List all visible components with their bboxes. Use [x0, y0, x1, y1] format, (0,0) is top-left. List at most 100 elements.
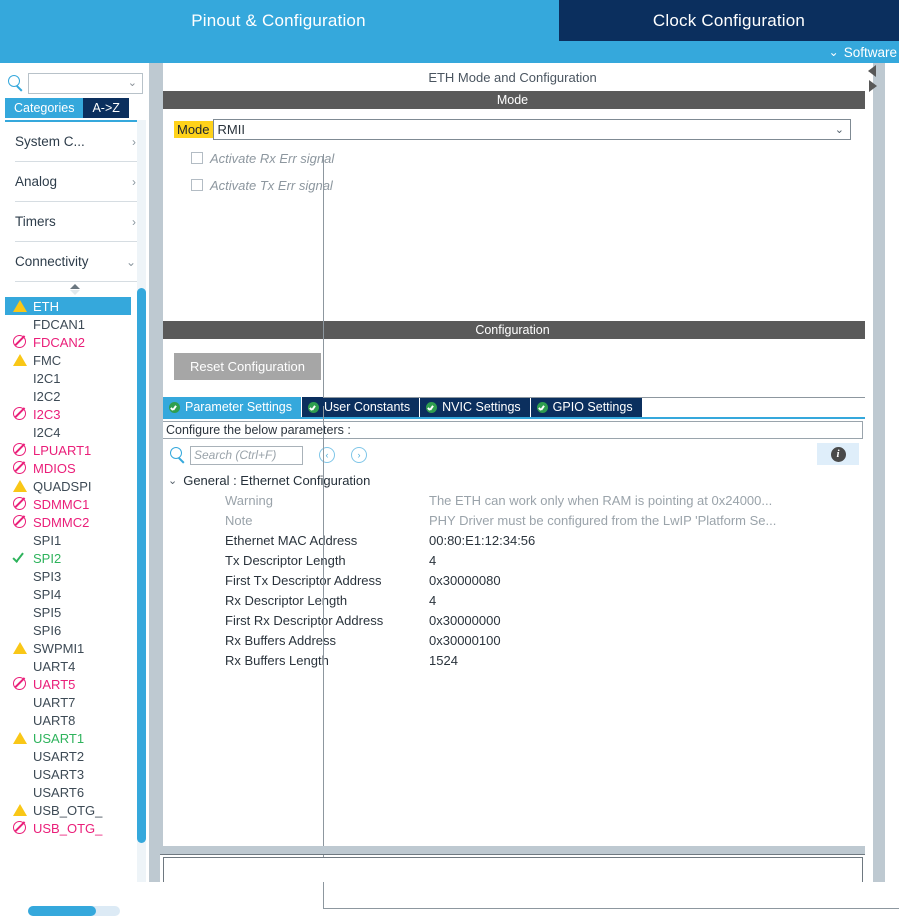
- sidebar-item-usb_otg[interactable]: USB_OTG_: [5, 801, 145, 819]
- parameter-row[interactable]: Warning The ETH can work only when RAM is…: [160, 490, 865, 510]
- activate-tx-err-row[interactable]: Activate Tx Err signal: [191, 176, 851, 194]
- activate-rx-err-label: Activate Rx Err signal: [210, 150, 335, 166]
- sidebar-item-eth[interactable]: ETH: [5, 297, 131, 315]
- main-right-splitter[interactable]: [873, 63, 885, 882]
- parameter-value[interactable]: 4: [429, 553, 865, 568]
- parameter-group-general[interactable]: ⌄ General : Ethernet Configuration: [160, 470, 865, 490]
- sidebar-item-lpuart1[interactable]: LPUART1: [5, 441, 145, 459]
- sidebar-item-swpmi1[interactable]: SWPMI1: [5, 639, 145, 657]
- sidebar-hscrollbar-thumb[interactable]: [28, 906, 96, 916]
- sidebar-item-usb_otg[interactable]: USB_OTG_: [5, 819, 145, 837]
- parameter-row[interactable]: First Tx Descriptor Address 0x30000080: [160, 570, 865, 590]
- sidebar-search-input[interactable]: ⌄: [28, 72, 143, 94]
- mode-select-value: RMII: [217, 122, 245, 137]
- reset-configuration-button[interactable]: Reset Configuration: [174, 353, 321, 380]
- sidebar-item-usart3[interactable]: USART3: [5, 765, 145, 783]
- parameter-value[interactable]: The ETH can work only when RAM is pointi…: [429, 493, 865, 508]
- parameter-value[interactable]: PHY Driver must be configured from the L…: [429, 513, 865, 528]
- parameter-value[interactable]: 4: [429, 593, 865, 608]
- list-scroll-up-indicator[interactable]: [5, 282, 145, 297]
- search-next-button[interactable]: ›: [351, 447, 367, 463]
- sidebar-item-spi5[interactable]: SPI5: [5, 603, 145, 621]
- activate-rx-err-checkbox[interactable]: [191, 152, 203, 164]
- tab-nvic-settings[interactable]: NVIC Settings: [420, 397, 530, 417]
- sidebar-item-label: UART5: [33, 676, 76, 692]
- sidebar-item-uart8[interactable]: UART8: [5, 711, 145, 729]
- software-packs-menu[interactable]: ⌄ Software: [0, 41, 899, 63]
- parameter-row[interactable]: Note PHY Driver must be configured from t…: [160, 510, 865, 530]
- parameter-value[interactable]: 0x30000100: [429, 633, 865, 648]
- activate-tx-err-checkbox[interactable]: [191, 179, 203, 191]
- sidebar-item-uart7[interactable]: UART7: [5, 693, 145, 711]
- sidebar-item-spi3[interactable]: SPI3: [5, 567, 145, 585]
- search-prev-button[interactable]: ‹: [319, 447, 335, 463]
- sidebar-tab-a-to-z[interactable]: A->Z: [83, 98, 129, 118]
- sidebar-group-connectivity[interactable]: Connectivity ⌄: [15, 242, 142, 282]
- sidebar-item-fdcan1[interactable]: FDCAN1: [5, 315, 145, 333]
- sidebar-item-label: ETH: [33, 298, 59, 314]
- sidebar-item-i2c2[interactable]: I2C2: [5, 387, 145, 405]
- parameter-row[interactable]: Rx Buffers Length 1524: [160, 650, 865, 670]
- sidebar-item-spi1[interactable]: SPI1: [5, 531, 145, 549]
- parameter-row[interactable]: Rx Buffers Address 0x30000100: [160, 630, 865, 650]
- warning-icon: [13, 300, 27, 312]
- sidebar-group-analog[interactable]: Analog ›: [15, 162, 142, 202]
- sidebar-item-i2c1[interactable]: I2C1: [5, 369, 145, 387]
- tab-gpio-settings[interactable]: GPIO Settings: [530, 397, 642, 417]
- mode-selector-row: Mode RMII ⌄: [174, 119, 851, 140]
- chevron-down-icon: ⌄: [168, 474, 178, 487]
- sidebar-group-timers[interactable]: Timers ›: [15, 202, 142, 242]
- tab-pinout-configuration[interactable]: Pinout & Configuration: [0, 0, 557, 41]
- info-button[interactable]: i: [817, 443, 859, 465]
- sidebar-item-i2c3[interactable]: I2C3: [5, 405, 145, 423]
- forbidden-icon: [13, 407, 26, 420]
- scroll-up-icon: [70, 284, 80, 295]
- mode-select[interactable]: RMII ⌄: [212, 119, 851, 140]
- sidebar-item-usart6[interactable]: USART6: [5, 783, 145, 801]
- parameter-value[interactable]: 00:80:E1:12:34:56: [429, 533, 865, 548]
- panel-collapse-arrows[interactable]: [866, 62, 880, 102]
- software-packs-label: Software: [843, 44, 897, 60]
- sidebar-item-quadspi[interactable]: QUADSPI: [5, 477, 145, 495]
- peripheral-list[interactable]: System C... › Analog › Timers › Connecti…: [5, 120, 145, 882]
- sidebar-item-spi6[interactable]: SPI6: [5, 621, 145, 639]
- tab-parameter-settings[interactable]: Parameter Settings: [163, 397, 301, 417]
- sidebar-item-spi4[interactable]: SPI4: [5, 585, 145, 603]
- mode-section-header-label: Mode: [496, 93, 529, 107]
- sidebar-item-label: FMC: [33, 352, 62, 368]
- sidebar-item-i2c4[interactable]: I2C4: [5, 423, 145, 441]
- sidebar-splitter[interactable]: [149, 63, 160, 882]
- sidebar-item-usart1[interactable]: USART1: [5, 729, 145, 747]
- parameter-row[interactable]: First Rx Descriptor Address 0x30000000: [160, 610, 865, 630]
- sidebar-item-spi2[interactable]: SPI2: [5, 549, 145, 567]
- parameter-row[interactable]: Rx Descriptor Length 4: [160, 590, 865, 610]
- parameter-search-input[interactable]: Search (Ctrl+F): [190, 445, 303, 465]
- parameter-name: Rx Buffers Length: [225, 652, 329, 668]
- sidebar-item-usart2[interactable]: USART2: [5, 747, 145, 765]
- activate-rx-err-row[interactable]: Activate Rx Err signal: [191, 149, 851, 167]
- search-icon: [6, 73, 26, 93]
- sidebar-item-sdmmc1[interactable]: SDMMC1: [5, 495, 145, 513]
- sidebar-item-fmc[interactable]: FMC: [5, 351, 145, 369]
- sidebar-item-uart5[interactable]: UART5: [5, 675, 145, 693]
- collapse-right-icon[interactable]: [869, 80, 877, 92]
- parameter-value[interactable]: 0x30000080: [429, 573, 865, 588]
- bottom-splitter[interactable]: [160, 846, 865, 855]
- parameter-value[interactable]: 1524: [429, 653, 865, 668]
- sidebar-item-uart4[interactable]: UART4: [5, 657, 145, 675]
- sidebar-scrollbar-thumb[interactable]: [137, 288, 146, 843]
- sidebar-item-sdmmc2[interactable]: SDMMC2: [5, 513, 145, 531]
- configure-hint-bar: Configure the below parameters :: [162, 421, 863, 439]
- parameter-row[interactable]: Ethernet MAC Address 00:80:E1:12:34:56: [160, 530, 865, 550]
- sidebar-tab-categories[interactable]: Categories: [5, 98, 84, 118]
- sidebar-item-fdcan2[interactable]: FDCAN2: [5, 333, 145, 351]
- tab-user-constants[interactable]: User Constants: [302, 397, 420, 417]
- sidebar-item-label: SPI2: [33, 550, 62, 566]
- sidebar-item-label: UART7: [33, 694, 76, 710]
- sidebar-group-system-core[interactable]: System C... ›: [15, 122, 142, 162]
- parameter-row[interactable]: Tx Descriptor Length 4: [160, 550, 865, 570]
- parameter-value[interactable]: 0x30000000: [429, 613, 865, 628]
- tab-clock-configuration[interactable]: Clock Configuration: [559, 0, 899, 41]
- sidebar-item-mdios[interactable]: MDIOS: [5, 459, 145, 477]
- collapse-left-icon[interactable]: [868, 65, 876, 77]
